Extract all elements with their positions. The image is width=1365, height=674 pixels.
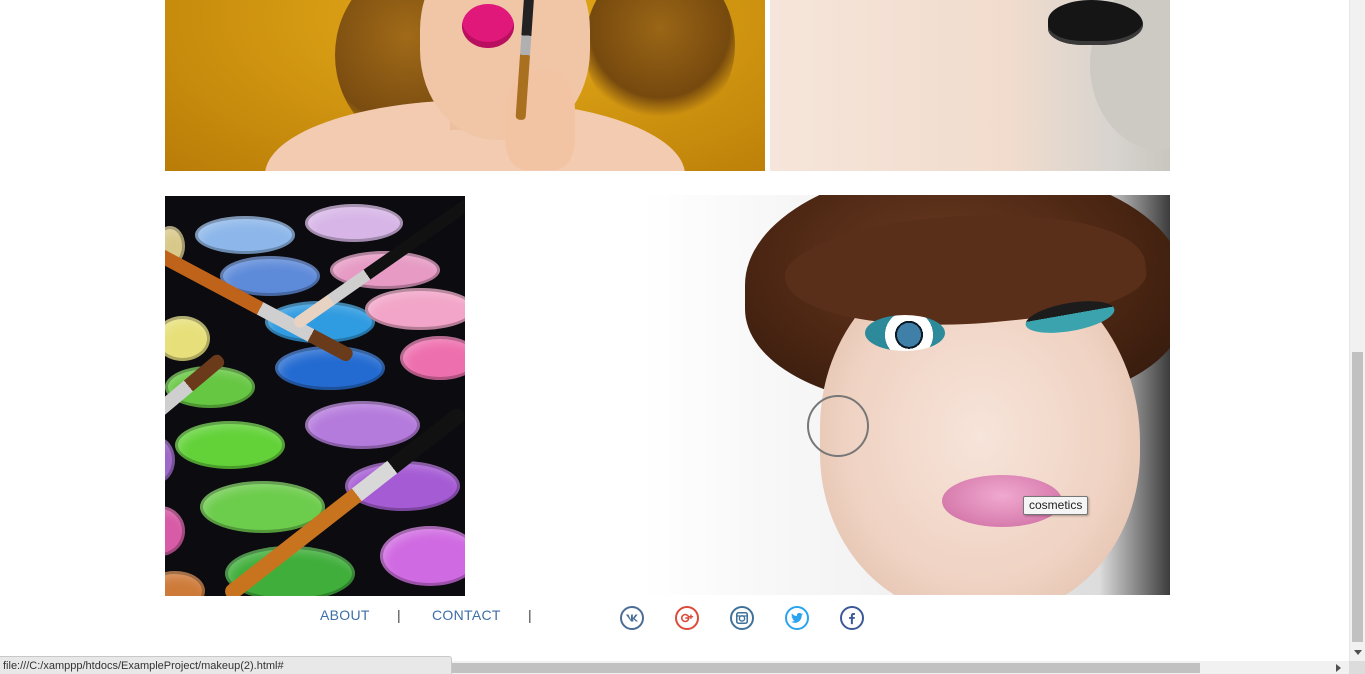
hand-shape xyxy=(505,70,575,170)
nav-separator: | xyxy=(397,607,401,623)
vk-icon[interactable] xyxy=(620,606,644,630)
browser-status-url: file:///C:/xamppp/htdocs/ExampleProject/… xyxy=(0,656,452,674)
lips-shape xyxy=(462,4,514,48)
palette-pan xyxy=(165,436,175,484)
vertical-scrollbar-thumb[interactable] xyxy=(1352,352,1363,642)
scroll-down-arrow-icon[interactable] xyxy=(1354,650,1362,655)
facebook-icon[interactable] xyxy=(840,606,864,630)
palette-pan xyxy=(165,571,205,596)
nav-separator: | xyxy=(528,607,532,623)
gallery-photo-pink-lips[interactable] xyxy=(165,0,765,171)
palette-pan xyxy=(165,506,185,556)
palette-pan xyxy=(165,316,210,361)
gallery-photo-dark-lips[interactable] xyxy=(770,0,1170,171)
scroll-right-arrow-icon[interactable] xyxy=(1336,664,1341,672)
gallery-photo-winking-model[interactable] xyxy=(465,195,1170,595)
vk-glyph xyxy=(625,614,639,622)
hair-shape xyxy=(585,0,735,130)
palette-pan xyxy=(195,216,295,254)
instagram-icon[interactable] xyxy=(730,606,754,630)
google-plus-glyph xyxy=(680,613,694,623)
palette-pan xyxy=(305,204,403,242)
twitter-icon[interactable] xyxy=(785,606,809,630)
gallery-photo-eyeshadow-palette[interactable] xyxy=(165,196,465,596)
page-viewport: cosmetics ABOUT | CONTACT | xyxy=(0,0,1349,661)
twitter-glyph xyxy=(790,612,804,623)
scrollbar-corner xyxy=(1349,661,1365,674)
lips-shape xyxy=(1048,0,1143,45)
google-plus-icon[interactable] xyxy=(675,606,699,630)
palette-pan xyxy=(380,526,465,586)
palette-pan xyxy=(365,288,465,330)
palette-pan xyxy=(305,401,420,449)
instagram-glyph xyxy=(735,611,749,625)
image-tooltip: cosmetics xyxy=(1023,496,1089,515)
facebook-glyph xyxy=(849,613,855,625)
vertical-scrollbar[interactable] xyxy=(1349,0,1365,661)
palette-pan xyxy=(400,336,465,380)
nav-link-contact[interactable]: CONTACT xyxy=(432,607,501,623)
palette-pan xyxy=(175,421,285,469)
earring-shape xyxy=(807,395,869,457)
nav-link-about[interactable]: ABOUT xyxy=(320,607,370,623)
eye-shape xyxy=(865,315,945,351)
